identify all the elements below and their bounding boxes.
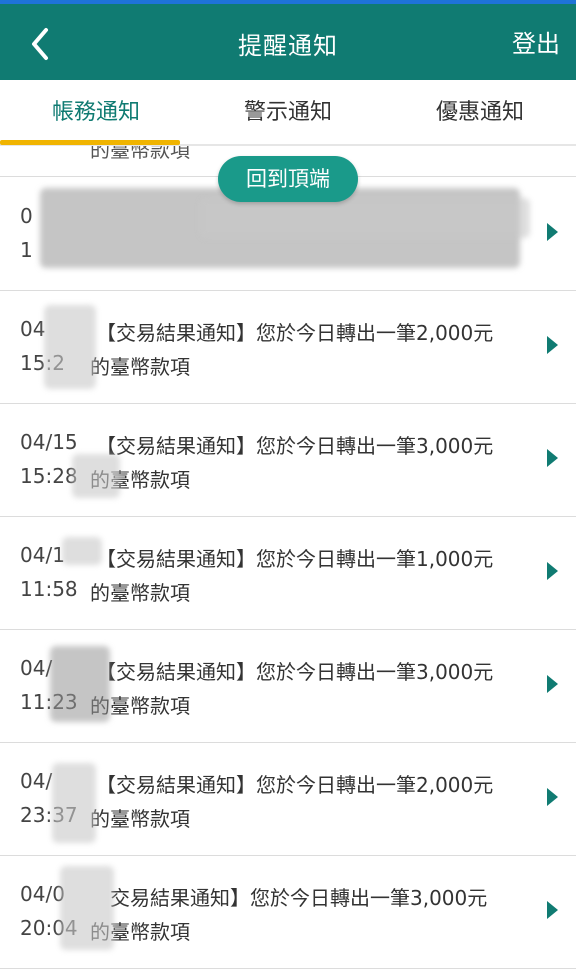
item-date: 04/: [20, 656, 53, 680]
back-to-top-button[interactable]: 回到頂端: [218, 156, 358, 202]
triangle-right-icon: [547, 336, 558, 354]
redaction-blur: [62, 537, 102, 565]
item-message-line2: 的臺幣款項: [90, 355, 190, 379]
triangle-right-icon: [547, 675, 558, 693]
redaction-blur: [52, 763, 96, 843]
item-message-line1: 交易結果通知】您於今日轉出一筆3,000元: [110, 886, 488, 910]
app-header: 提醒通知 登出: [0, 4, 576, 80]
list-item[interactable]: 04/15 15:28 【交易結果通知】您於今日轉出一筆3,000元 的臺幣款項: [0, 404, 576, 517]
list-item[interactable]: 04 15:2 【交易結果通知】您於今日轉出一筆2,000元 的臺幣款項: [0, 291, 576, 404]
list-item[interactable]: 04/ 11:23 【交易結果通知】您於今日轉出一筆3,000元 的臺幣款項: [0, 630, 576, 743]
item-date: 04/15: [20, 430, 78, 454]
page-title: 提醒通知: [238, 32, 338, 60]
triangle-right-icon: [547, 901, 558, 919]
triangle-right-icon: [547, 449, 558, 467]
active-tab-indicator: [0, 140, 180, 145]
redaction-blur: [60, 866, 114, 950]
list-item[interactable]: 04/0 20:04 交易結果通知】您於今日轉出一筆3,000元 的臺幣款項: [0, 856, 576, 969]
list-item[interactable]: 04/ 23:37 【交易結果通知】您於今日轉出一筆2,000元 的臺幣款項: [0, 743, 576, 856]
tab-offers[interactable]: 優惠通知: [384, 80, 576, 144]
logout-button[interactable]: 登出: [512, 24, 560, 59]
item-message-line1: 【交易結果通知】您於今日轉出一筆2,000元: [96, 773, 494, 797]
item-message-line2: 的臺幣款項: [90, 581, 190, 605]
item-time: 1: [20, 238, 33, 262]
redaction-blur: [72, 454, 120, 498]
tab-billing[interactable]: 帳務通知: [0, 80, 192, 144]
item-message-line1: 【交易結果通知】您於今日轉出一筆3,000元: [96, 660, 494, 684]
tab-alerts[interactable]: 警示通知: [192, 80, 384, 144]
tab-bar: 帳務通知 警示通知 優惠通知: [0, 80, 576, 146]
redaction-blur: [200, 198, 530, 238]
item-time: 11:58: [20, 577, 78, 601]
triangle-right-icon: [547, 788, 558, 806]
item-date: 04/: [20, 769, 53, 793]
item-message-line2: 的臺幣款項: [90, 807, 190, 831]
item-date: 04/0: [20, 882, 65, 906]
item-message-line1: 【交易結果通知】您於今日轉出一筆3,000元: [96, 434, 494, 458]
item-message-line1: 【交易結果通知】您於今日轉出一筆2,000元: [96, 321, 494, 345]
list-item[interactable]: 04/1 11:58 【交易結果通知】您於今日轉出一筆1,000元 的臺幣款項: [0, 517, 576, 630]
item-date: 0: [20, 204, 33, 228]
redaction-blur: [44, 305, 96, 389]
partial-row-text: 的臺幣款項: [90, 146, 190, 162]
item-message-line1: 【交易結果通知】您於今日轉出一筆1,000元: [96, 547, 494, 571]
redaction-blur: [50, 646, 110, 722]
item-time: 15:28: [20, 464, 78, 488]
triangle-right-icon: [547, 223, 558, 241]
item-date: 04: [20, 317, 46, 341]
triangle-right-icon: [547, 562, 558, 580]
item-date: 04/1: [20, 543, 65, 567]
